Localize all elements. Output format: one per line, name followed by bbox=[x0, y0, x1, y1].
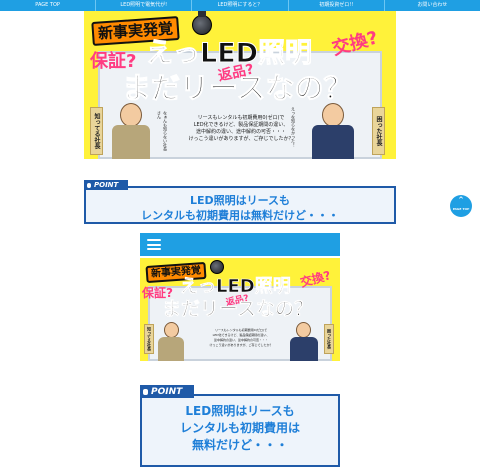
lamp-cap bbox=[198, 11, 206, 17]
nav-item-zero-cost[interactable]: 初期投資ゼロ!! bbox=[289, 0, 385, 11]
mobile-point-marker-icon bbox=[143, 388, 148, 395]
point-box: POINT LED照明はリースも レンタルも初期費用は無料だけど・・・ bbox=[84, 180, 396, 224]
hero-question-left: 保証? bbox=[90, 51, 137, 72]
hero-speech-left: なぁんも知らない社長さん bbox=[157, 111, 168, 151]
hamburger-icon[interactable] bbox=[147, 239, 161, 250]
mobile-hero-title-line2: まだリースなの？ bbox=[162, 298, 314, 321]
page-top-arrow-icon: ⌃ bbox=[457, 196, 465, 206]
hero-plaque-right: 困った社長 bbox=[372, 107, 385, 155]
page-top-label: PAGE TOP bbox=[452, 207, 470, 211]
mobile-header bbox=[140, 233, 340, 256]
led-lamp-icon bbox=[192, 15, 212, 35]
nav-item-contact[interactable]: お問い合わせ bbox=[385, 0, 480, 11]
point-text: LED照明はリースも レンタルも初期費用は無料だけど・・・ bbox=[141, 194, 339, 222]
mobile-hero-banner: 新事実発覚 保証? えっLED照明 交換? 返品? まだリースなの？ リースもレ… bbox=[140, 258, 340, 361]
point-marker-icon bbox=[87, 182, 91, 188]
hero-banner: 新事実発覚 保証? えっLED照明 交換? 返品? まだリースなの？ リースもレ… bbox=[84, 11, 396, 159]
mobile-hero-plaque-right: 困った社長 bbox=[324, 324, 334, 354]
hero-body-text: リースもレンタルも初期費用0(ゼロ)で LED化できるけど、製品保証期間の違い、… bbox=[188, 115, 294, 142]
mobile-point-tab-label: POINT bbox=[151, 386, 183, 397]
mobile-hero-plaque-left: 知ってる社長 bbox=[144, 324, 154, 354]
mobile-led-lamp-icon bbox=[210, 260, 224, 274]
nav-item-electricity[interactable]: LED照明で電気代が! bbox=[96, 0, 193, 11]
mobile-point-box: POINT LED照明はリースも レンタルも初期費用は 無料だけど・・・ bbox=[140, 385, 340, 467]
hero-plaque-left: 知ってる社長 bbox=[90, 107, 103, 155]
page-top-button[interactable]: ⌃ PAGE TOP bbox=[450, 195, 472, 217]
top-navigation: PAGE TOP LED照明で電気代が! LED照明にすると？ 初期投資ゼロ!!… bbox=[0, 0, 480, 11]
point-tab: POINT bbox=[84, 180, 128, 190]
mobile-hero-title-line1: えっLED照明 bbox=[180, 276, 291, 298]
nav-item-page-top[interactable]: PAGE TOP bbox=[0, 0, 97, 11]
hero-title-line2: まだリースなの？ bbox=[122, 71, 354, 106]
mobile-hero-body-text: リースもレンタルも初期費用0(ゼロ)で LED化できるけど、製品保証期間の違い、… bbox=[209, 328, 273, 347]
nav-item-led-benefits[interactable]: LED照明にすると？ bbox=[192, 0, 289, 11]
point-tab-label: POINT bbox=[94, 181, 119, 189]
mobile-point-text: LED照明はリースも レンタルも初期費用は 無料だけど・・・ bbox=[179, 404, 300, 452]
mobile-point-tab: POINT bbox=[140, 385, 194, 398]
page: PAGE TOP LED照明で電気代が! LED照明にすると？ 初期投資ゼロ!!… bbox=[0, 0, 480, 467]
hero-speech-right: えっな知らなかった！ bbox=[291, 107, 296, 147]
